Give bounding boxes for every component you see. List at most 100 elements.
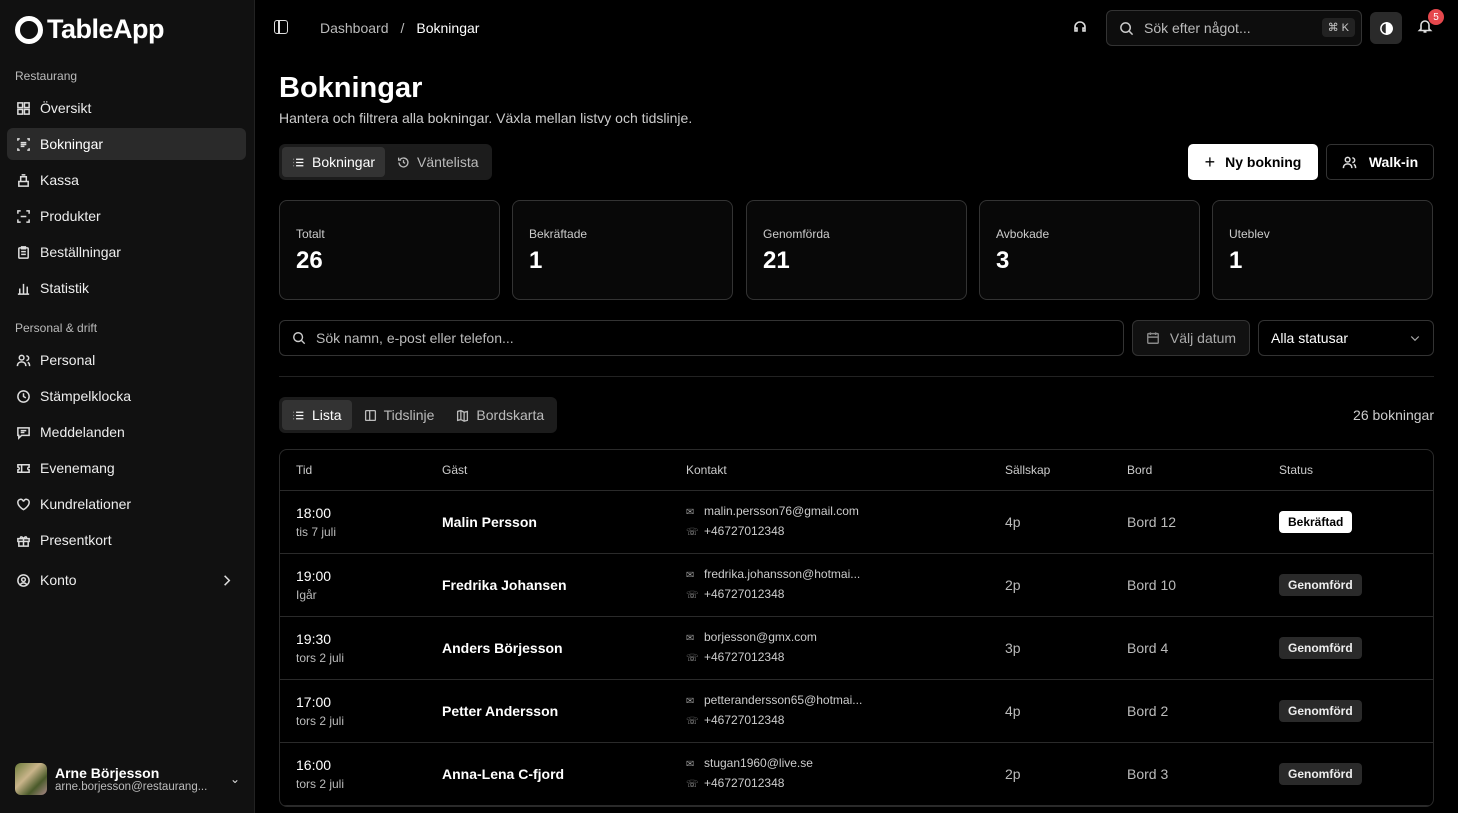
sidebar-item-stampelklocka[interactable]: Stämpelklocka: [7, 380, 246, 412]
phone-icon: ☏: [686, 716, 699, 727]
stat-value: 1: [529, 247, 543, 274]
list-icon: [293, 411, 304, 419]
divider: [279, 376, 1434, 377]
tab-bokningar[interactable]: Bokningar: [282, 147, 386, 177]
column-header-gast[interactable]: Gäst: [426, 450, 670, 491]
status-badge: Bekräftad: [1279, 511, 1353, 533]
sidebar-item-oversikt[interactable]: Översikt: [7, 92, 246, 124]
table-number: Bord 3: [1111, 743, 1263, 806]
status-badge: Genomförd: [1279, 700, 1362, 722]
sidebar-item-kassa[interactable]: Kassa: [7, 164, 246, 196]
stat-value: 26: [296, 247, 323, 274]
column-header-tid[interactable]: Tid: [280, 450, 426, 491]
guest-name: Malin Persson: [426, 491, 670, 554]
search-placeholder: Sök efter något...: [1144, 20, 1251, 36]
booking-time: 19:30: [296, 631, 332, 647]
list-icon: [293, 158, 304, 166]
scan-list-icon: [17, 137, 30, 151]
view-label: Lista: [312, 407, 342, 423]
sidebar-item-kundrelationer[interactable]: Kundrelationer: [7, 488, 246, 520]
sidebar-item-label: Personal: [40, 352, 96, 368]
stat-card-bekraftade: Bekräftade 1: [512, 200, 733, 300]
sidebar: TableApp Restaurang Översikt Bokningar K…: [0, 0, 255, 813]
stat-label: Bekräftade: [529, 227, 588, 241]
phone-icon: ☏: [686, 779, 699, 790]
column-header-kontakt[interactable]: Kontakt: [670, 450, 989, 491]
tab-vantelista[interactable]: Väntelista: [387, 147, 488, 177]
booking-count: 26 bokningar: [1353, 407, 1434, 423]
table-row[interactable]: 19:30 tors 2 juli Anders Börjesson ✉ borje…: [280, 617, 1433, 680]
sidebar-item-label: Presentkort: [40, 532, 112, 548]
sidebar-item-label: Kundrelationer: [40, 496, 132, 512]
guest-email: borjesson@gmx.com: [704, 630, 817, 644]
calendar-icon: [1146, 332, 1159, 344]
users-icon: [16, 354, 31, 366]
global-search-input[interactable]: Sök efter något... ⌘ K: [1106, 10, 1362, 46]
table-row[interactable]: 19:00 Igår Fredrika Johansen ✉ fredrika.jo…: [280, 554, 1433, 617]
chevrons-up-down-icon: ⌄: [229, 772, 240, 786]
sidebar-item-personal[interactable]: Personal: [7, 344, 246, 376]
stat-value: 21: [763, 247, 790, 274]
table-row[interactable]: 16:00 tors 2 juli Anna-Lena C-fjord ✉ stug…: [280, 743, 1433, 806]
sidebar-item-statistik[interactable]: Statistik: [7, 272, 246, 304]
plus-icon: +: [1204, 151, 1216, 172]
status-select-value: Alla statusar: [1271, 330, 1349, 346]
logo-mark-icon: [15, 15, 43, 44]
user-menu[interactable]: Arne Börjesson arne.borjesson@restaurang…: [15, 763, 240, 795]
sidebar-item-presentkort[interactable]: Presentkort: [7, 524, 246, 556]
date-picker-button[interactable]: Välj datum: [1132, 320, 1250, 356]
contrast-icon: [1379, 21, 1393, 35]
status-select[interactable]: Alla statusar: [1258, 320, 1434, 356]
column-header-bord[interactable]: Bord: [1111, 450, 1263, 491]
app-logo[interactable]: TableApp: [15, 14, 165, 45]
booking-time: 19:00: [296, 568, 332, 584]
stat-value: 3: [996, 247, 1010, 274]
party-size: 3p: [989, 617, 1111, 680]
sidebar-item-evenemang[interactable]: Evenemang: [7, 452, 246, 484]
booking-search-input[interactable]: Sök namn, e-post eller telefon...: [279, 320, 1124, 356]
topbar: Dashboard / Bokningar Sök efter något...…: [255, 0, 1458, 56]
sidebar-item-bestallningar[interactable]: Beställningar: [7, 236, 246, 268]
sidebar-item-konto[interactable]: Konto: [7, 564, 246, 596]
support-icon[interactable]: [1070, 17, 1090, 37]
booking-time: 17:00: [296, 694, 332, 710]
sidebar-item-label: Konto: [40, 572, 77, 588]
date-label: Välj datum: [1169, 330, 1237, 346]
heart-icon: [17, 498, 30, 511]
table-header-row: Tid Gäst Kontakt Sällskap Bord Status: [280, 450, 1433, 491]
stat-card-avbokade: Avbokade 3: [979, 200, 1200, 300]
search-icon: [293, 332, 306, 345]
column-header-status[interactable]: Status: [1263, 450, 1433, 491]
breadcrumb-dashboard[interactable]: Dashboard: [320, 20, 389, 36]
scan-icon: [17, 209, 30, 223]
sidebar-item-meddelanden[interactable]: Meddelanden: [7, 416, 246, 448]
table-row[interactable]: 18:00 tis 7 juli Malin Persson ✉ malin.per…: [280, 491, 1433, 554]
new-booking-button[interactable]: + Ny bokning: [1188, 144, 1318, 180]
view-label: Tidslinje: [383, 407, 435, 423]
stat-card-uteblev: Uteblev 1: [1212, 200, 1433, 300]
theme-toggle-button[interactable]: [1370, 12, 1402, 44]
view-bordskarta[interactable]: Bordskarta: [446, 400, 554, 430]
party-size: 2p: [989, 743, 1111, 806]
walk-in-button[interactable]: Walk-in: [1326, 144, 1434, 180]
section-title-restaurang: Restaurang: [15, 69, 78, 83]
table-row[interactable]: 17:00 tors 2 juli Petter Andersson ✉ pette…: [280, 680, 1433, 743]
sidebar-item-produkter[interactable]: Produkter: [7, 200, 246, 232]
sidebar-item-bokningar[interactable]: Bokningar: [7, 128, 246, 160]
user-circle-icon: [17, 573, 30, 587]
guest-phone: +46727012348: [704, 524, 785, 538]
view-lista[interactable]: Lista: [282, 400, 352, 430]
table-number: Bord 12: [1111, 491, 1263, 554]
column-header-sallskap[interactable]: Sällskap: [989, 450, 1111, 491]
message-icon: [17, 426, 30, 440]
avatar: [15, 763, 47, 795]
clock-icon: [17, 389, 30, 403]
sidebar-item-label: Meddelanden: [40, 424, 125, 440]
sidebar-item-label: Produkter: [40, 208, 101, 224]
chevron-right-icon: [224, 574, 231, 586]
view-tidslinje[interactable]: Tidslinje: [354, 400, 445, 430]
guest-email: petterandersson65@hotmai...: [704, 693, 863, 707]
mail-icon: ✉: [686, 696, 695, 707]
chevron-down-icon: [1410, 336, 1420, 342]
sidebar-toggle-icon[interactable]: [274, 20, 288, 34]
